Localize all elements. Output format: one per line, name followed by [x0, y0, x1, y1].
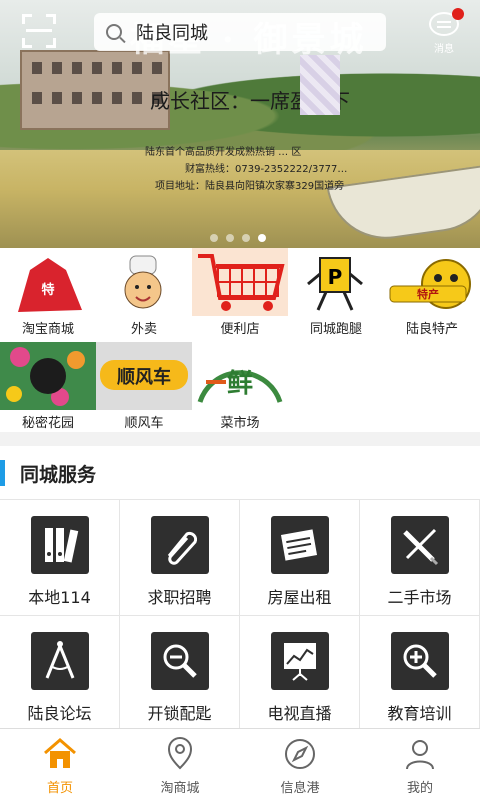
taobao-mall-icon: 特 — [0, 252, 96, 316]
service-item-local114[interactable]: 本地114 — [0, 500, 120, 616]
banner-line1: 陆东首个高品质开发成熟热销 … 区 — [145, 147, 302, 158]
svg-text:特: 特 — [41, 282, 54, 298]
quick-entry-label: 外卖 — [130, 322, 157, 337]
service-label: 求职招聘 — [147, 588, 212, 607]
user-icon — [403, 737, 437, 771]
svg-text:特产: 特产 — [417, 287, 439, 301]
quick-entry-convenience[interactable]: 便利店 — [192, 248, 288, 340]
banner-line2: 财富热线：0739-2352222/3777… — [185, 164, 348, 175]
scan-qr-button[interactable] — [22, 14, 56, 48]
zoom-out-icon — [150, 632, 209, 690]
quick-entry-label: 淘宝商城 — [21, 322, 74, 337]
tab-mall[interactable]: 淘商城 — [120, 729, 240, 800]
svg-text:鲜: 鲜 — [227, 369, 253, 399]
service-label: 二手市场 — [387, 588, 452, 607]
service-label: 房屋出租 — [267, 588, 332, 607]
service-item-forum[interactable]: 陆良论坛 — [0, 616, 120, 732]
pen-tools-icon — [390, 516, 449, 574]
shopping-basket-icon — [192, 248, 288, 316]
chart-board-icon — [270, 632, 329, 690]
quick-entry-label: 便利店 — [220, 322, 260, 337]
quick-entry-label: 陆良特产 — [405, 322, 458, 337]
quick-entry-takeout[interactable]: 外卖 — [96, 252, 192, 344]
service-label: 教育培训 — [387, 704, 452, 723]
quick-entry-rideshare[interactable]: 顺风车 顺风车 — [96, 342, 192, 434]
paperclip-icon — [150, 516, 209, 574]
service-item-jobs[interactable]: 求职招聘 — [120, 500, 240, 616]
section-accent-bar — [0, 460, 5, 486]
bottom-tab-bar: 首页 淘商城 信息港 我的 — [0, 728, 480, 800]
search-bar[interactable] — [94, 13, 386, 51]
tab-mine[interactable]: 我的 — [360, 729, 480, 800]
parking-sign-icon: P — [288, 252, 384, 316]
specialty-icon: 特产 — [384, 252, 480, 316]
svg-text:P: P — [328, 265, 343, 289]
compass-tool-icon — [30, 632, 89, 690]
service-section-header: 同城服务 — [0, 446, 480, 500]
service-label: 本地114 — [28, 588, 91, 607]
service-item-secondhand[interactable]: 二手市场 — [360, 500, 480, 616]
banner-building — [20, 50, 170, 130]
tab-label: 信息港 — [280, 781, 320, 796]
location-icon — [163, 737, 197, 771]
messages-label: 消息 — [434, 44, 454, 55]
quick-entry-market[interactable]: 鲜 菜市场 — [192, 342, 288, 434]
tab-home[interactable]: 首页 — [0, 729, 120, 800]
tab-info[interactable]: 信息港 — [240, 729, 360, 800]
binders-icon — [30, 516, 89, 574]
svg-text:顺风车: 顺风车 — [117, 366, 171, 388]
quick-entry-label: 秘密花园 — [21, 416, 74, 431]
chef-icon — [96, 252, 192, 316]
carousel-dot[interactable] — [242, 234, 250, 242]
scan-line-icon — [26, 29, 52, 32]
quick-entry-taobao[interactable]: 特 淘宝商城 — [0, 252, 96, 344]
carousel-dots — [210, 234, 266, 242]
section-divider — [0, 432, 480, 446]
tab-label: 首页 — [46, 781, 73, 796]
quick-entry-label: 同城跑腿 — [309, 322, 362, 337]
service-item-locksmith[interactable]: 开锁配匙 — [120, 616, 240, 732]
secret-garden-icon — [0, 342, 96, 410]
service-label: 陆良论坛 — [27, 704, 92, 723]
zoom-in-icon — [390, 632, 449, 690]
home-icon — [43, 737, 77, 771]
newspaper-icon — [270, 516, 329, 574]
search-icon — [106, 24, 122, 40]
quick-entry-errand[interactable]: P 同城跑腿 — [288, 252, 384, 344]
tab-label: 淘商城 — [160, 781, 200, 796]
ride-share-icon: 顺风车 — [96, 342, 192, 410]
service-label: 电视直播 — [267, 704, 332, 723]
compass-icon — [283, 737, 317, 771]
service-item-education[interactable]: 教育培训 — [360, 616, 480, 732]
quick-entry-label: 菜市场 — [220, 416, 260, 431]
app-root: 福星 · 御景城 成长社区：一席盈天下 陆东首个高品质开发成熟热销 … 区 财富… — [0, 0, 480, 800]
banner-mosaic — [300, 55, 340, 115]
search-input[interactable] — [136, 21, 356, 43]
quick-entry-garden[interactable]: 秘密花园 — [0, 342, 96, 434]
tab-label: 我的 — [406, 781, 433, 796]
service-section-title: 同城服务 — [20, 464, 97, 486]
quick-entry-label: 顺风车 — [124, 416, 164, 431]
banner-line3: 项目地址：陆良县向阳镇次家寨329国道旁 — [155, 181, 345, 192]
carousel-dot-active[interactable] — [258, 234, 266, 242]
quick-entry-specialty[interactable]: 特产 陆良特产 — [384, 252, 480, 344]
vegetable-market-icon: 鲜 — [192, 342, 288, 410]
unread-badge — [452, 8, 464, 20]
carousel-dot[interactable] — [226, 234, 234, 242]
service-item-tv[interactable]: 电视直播 — [240, 616, 360, 732]
carousel-dot[interactable] — [210, 234, 218, 242]
service-item-rental[interactable]: 房屋出租 — [240, 500, 360, 616]
quick-entry-panel: 特 淘宝商城 外卖 便利店 P 同城跑腿 特产 陆良特产 秘密花园 顺风车 顺风… — [0, 248, 480, 432]
service-label: 开锁配匙 — [147, 704, 212, 723]
service-grid: 本地114 求职招聘 房屋出租 二手市场 陆良论坛 开锁配匙 电视直播 教育培训 — [0, 500, 480, 732]
messages-button[interactable]: 消息 — [422, 8, 466, 55]
